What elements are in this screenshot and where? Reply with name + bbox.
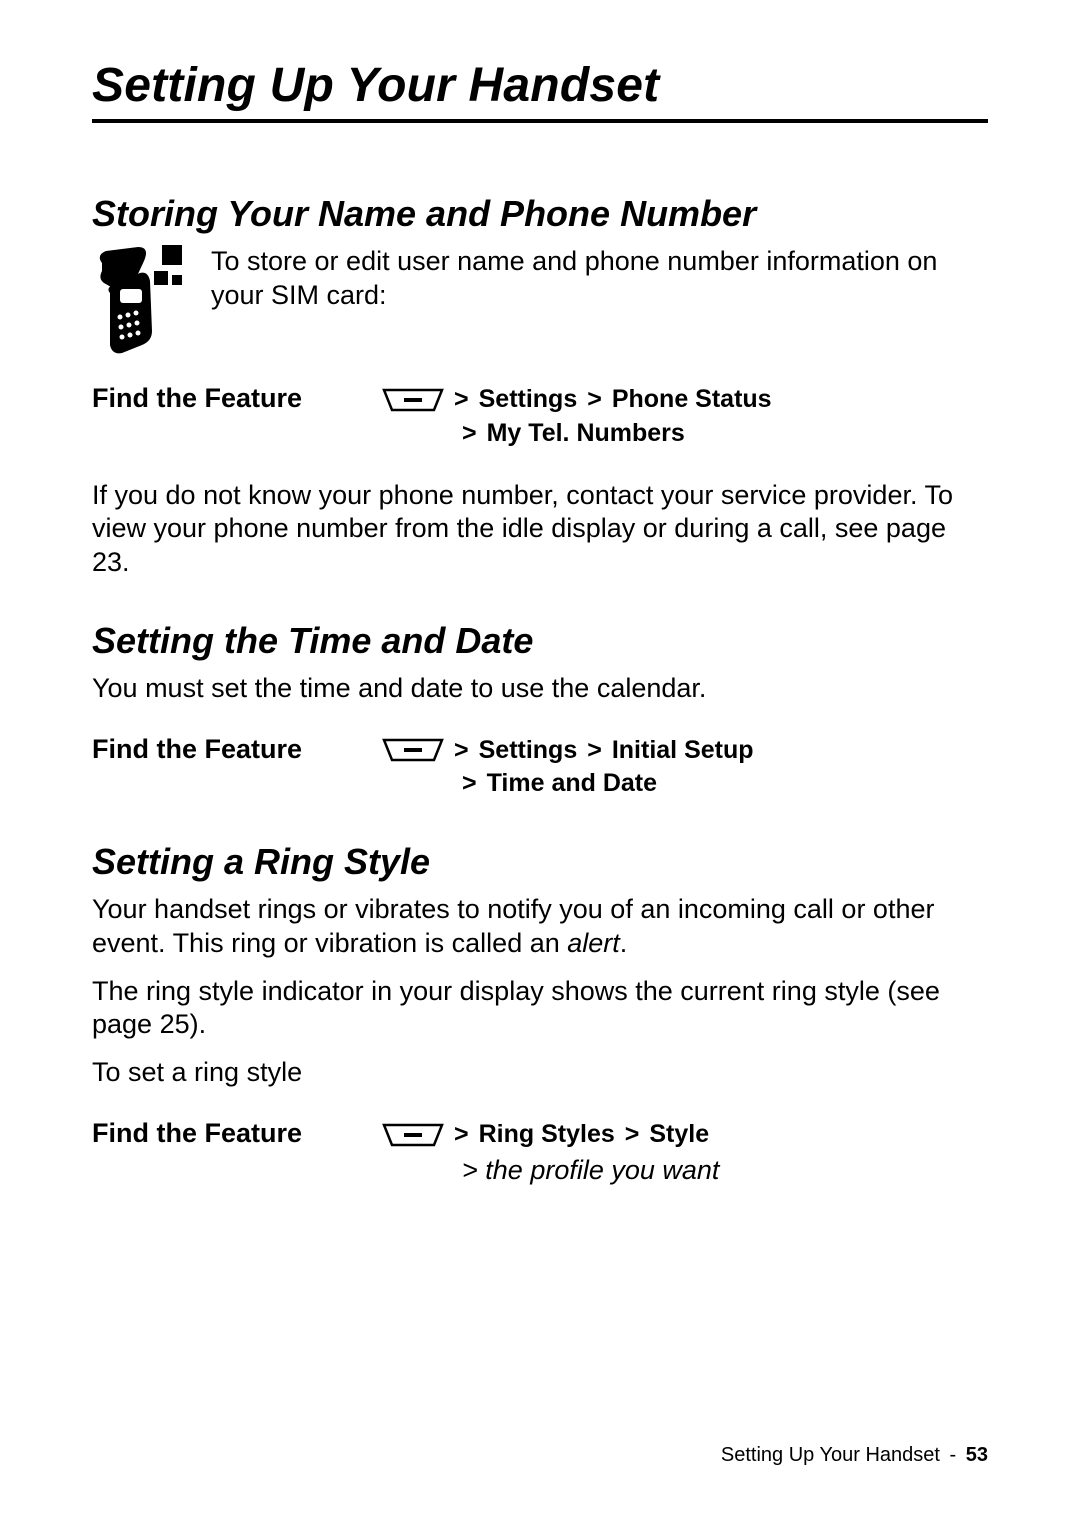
sim-phone-icon xyxy=(92,245,187,355)
nav-line-2: > Time and Date xyxy=(382,767,988,801)
storing-note: If you do not know your phone number, co… xyxy=(92,479,988,580)
nav-settings: Settings xyxy=(479,383,578,417)
nav-profile-you-want: > the profile you want xyxy=(462,1152,719,1188)
gt-icon: > xyxy=(587,383,602,417)
find-feature-ringstyle: Find the Feature > Ring Styles > Style >… xyxy=(92,1118,988,1188)
find-feature-label: Find the Feature xyxy=(92,734,382,765)
nav-style: Style xyxy=(649,1118,709,1152)
storing-intro-text: To store or edit user name and phone num… xyxy=(211,245,988,313)
section-title-timedate: Setting the Time and Date xyxy=(92,620,988,662)
footer-title: Setting Up Your Handset xyxy=(721,1444,940,1466)
nav-line-1: > Settings > Initial Setup xyxy=(382,734,988,768)
gt-icon: > xyxy=(587,734,602,768)
footer-sep: - xyxy=(946,1444,961,1466)
footer-page-number: 53 xyxy=(966,1444,988,1466)
find-feature-timedate: Find the Feature > Settings > Initial Se… xyxy=(92,734,988,802)
section-title-storing: Storing Your Name and Phone Number xyxy=(92,193,988,235)
gt-icon: > xyxy=(454,383,469,417)
nav-path-storing: > Settings > Phone Status > My Tel. Numb… xyxy=(382,383,988,451)
gt-icon: > xyxy=(625,1118,640,1152)
nav-settings: Settings xyxy=(479,734,578,768)
nav-mytel: My Tel. Numbers xyxy=(487,417,685,451)
nav-line-1: > Settings > Phone Status xyxy=(382,383,988,417)
gt-icon: > xyxy=(454,1118,469,1152)
gt-icon: > xyxy=(454,734,469,768)
ringstyle-alert-word: alert xyxy=(567,928,620,958)
menu-key-icon xyxy=(382,1123,444,1147)
nav2-ital: the profile you want xyxy=(485,1155,719,1185)
page: Setting Up Your Handset Storing Your Nam… xyxy=(0,0,1080,1525)
menu-key-icon xyxy=(382,388,444,412)
section-title-ringstyle: Setting a Ring Style xyxy=(92,841,988,883)
nav2-prefix: > xyxy=(462,1155,485,1185)
nav-time-and-date: Time and Date xyxy=(487,767,657,801)
nav-phone-status: Phone Status xyxy=(612,383,772,417)
find-feature-storing: Find the Feature > Settings > Phone Stat… xyxy=(92,383,988,451)
storing-intro-row: To store or edit user name and phone num… xyxy=(92,245,988,355)
ringstyle-intro1-c: . xyxy=(620,928,628,958)
find-feature-label: Find the Feature xyxy=(92,383,382,414)
nav-line-2: > My Tel. Numbers xyxy=(382,417,988,451)
ringstyle-intro1-a: Your handset rings or vibrates to notify… xyxy=(92,894,934,958)
ringstyle-intro3: To set a ring style xyxy=(92,1056,988,1090)
timedate-intro: You must set the time and date to use th… xyxy=(92,672,988,706)
menu-key-icon xyxy=(382,738,444,762)
nav-initial-setup: Initial Setup xyxy=(612,734,754,768)
nav-line-1: > Ring Styles > Style xyxy=(382,1118,988,1152)
ringstyle-intro2: The ring style indicator in your display… xyxy=(92,975,988,1043)
ringstyle-intro1: Your handset rings or vibrates to notify… xyxy=(92,893,988,961)
chapter-rule xyxy=(92,119,988,123)
nav-path-ringstyle: > Ring Styles > Style > the profile you … xyxy=(382,1118,988,1188)
find-feature-label: Find the Feature xyxy=(92,1118,382,1149)
chapter-title: Setting Up Your Handset xyxy=(92,58,988,113)
nav-line-2: > the profile you want xyxy=(382,1152,988,1188)
nav-path-timedate: > Settings > Initial Setup > Time and Da… xyxy=(382,734,988,802)
page-footer: Setting Up Your Handset - 53 xyxy=(721,1444,988,1467)
nav-ring-styles: Ring Styles xyxy=(479,1118,615,1152)
gt-icon: > xyxy=(462,767,477,801)
gt-icon: > xyxy=(462,417,477,451)
